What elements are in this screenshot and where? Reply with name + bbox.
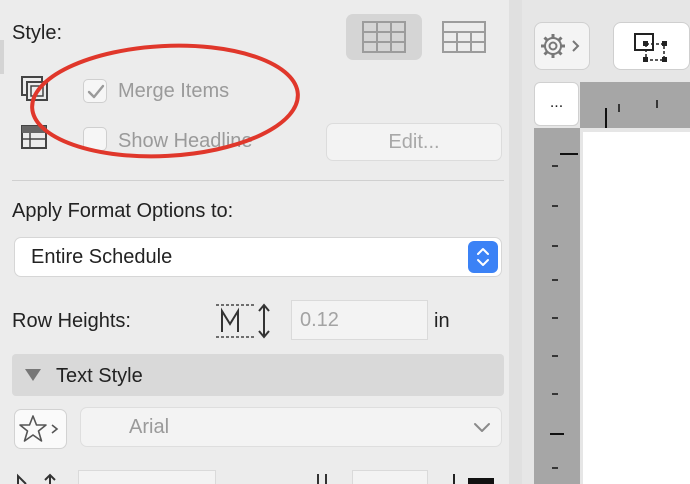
text-style-label: Text Style (56, 365, 143, 387)
settings-menu-button[interactable] (534, 22, 590, 70)
page-preview (583, 132, 690, 484)
favorites-button[interactable] (14, 409, 67, 449)
selection-icon (634, 33, 667, 62)
style-grid-button[interactable] (346, 14, 422, 60)
table-plain-icon (442, 21, 486, 53)
spacing-input[interactable] (352, 470, 428, 484)
spacing-icon (317, 474, 327, 484)
annotation-ellipse (30, 43, 300, 159)
font-size-input[interactable] (78, 470, 216, 484)
selection-tool-button[interactable] (613, 22, 690, 70)
horizontal-ruler (580, 82, 690, 128)
more-options-button[interactable]: ... (534, 82, 579, 126)
font-select[interactable]: Arial (80, 407, 502, 447)
vertical-ruler (534, 128, 580, 484)
disclosure-triangle-icon (25, 369, 41, 381)
panel-scrollbar[interactable] (509, 0, 522, 484)
row-height-input[interactable]: 0.12 (291, 300, 428, 340)
star-favorite-icon (19, 415, 59, 442)
style-plain-button[interactable] (432, 14, 496, 60)
apply-format-value: Entire Schedule (31, 246, 173, 268)
chevron-down-icon (474, 423, 490, 432)
section-divider (12, 180, 504, 181)
row-height-unit: in (434, 310, 450, 332)
apply-format-label: Apply Format Options to: (12, 200, 234, 222)
gear-icon (541, 34, 580, 58)
font-name-value: Arial (129, 416, 170, 438)
apply-format-select[interactable]: Entire Schedule (14, 237, 502, 277)
table-grid-icon (362, 21, 406, 53)
row-heights-label: Row Heights: (12, 310, 131, 332)
edit-button[interactable]: Edit... (326, 123, 502, 161)
text-color-icon (453, 474, 494, 484)
row-height-icon (216, 303, 270, 339)
select-stepper-icon (468, 241, 498, 273)
text-style-section-header[interactable]: Text Style (12, 354, 504, 396)
panel-edge (0, 40, 4, 74)
font-size-icon (17, 473, 56, 484)
